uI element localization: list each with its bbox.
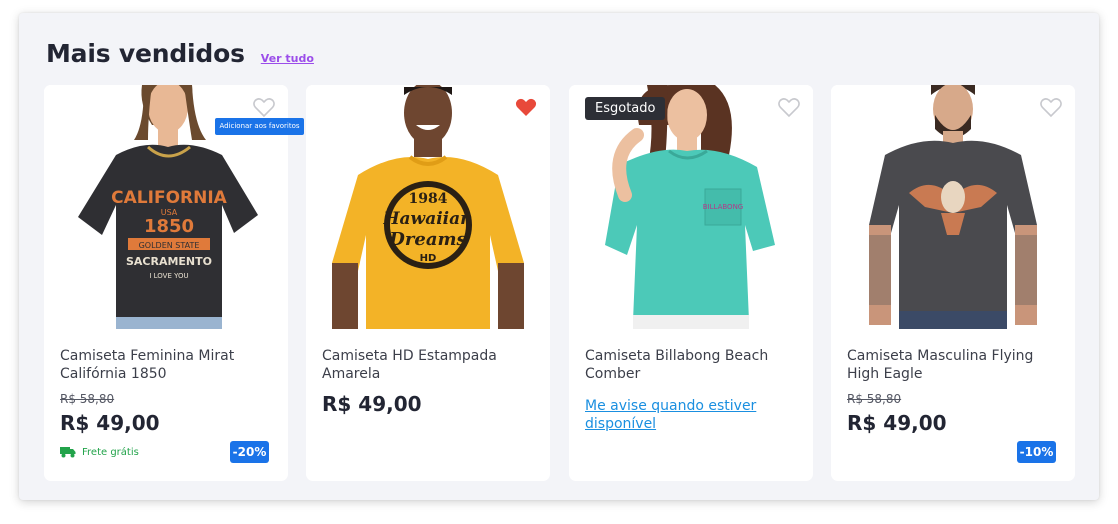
svg-text:CALIFORNIA: CALIFORNIA — [111, 188, 227, 208]
svg-text:BILLABONG: BILLABONG — [703, 203, 743, 211]
svg-text:Dreams: Dreams — [388, 229, 466, 250]
free-shipping: Frete grátis — [60, 446, 139, 458]
svg-text:Hawaiian: Hawaiian — [382, 209, 472, 229]
truck-icon — [60, 447, 76, 458]
svg-text:I LOVE YOU: I LOVE YOU — [149, 272, 188, 280]
section-header: Mais vendidos Ver tudo — [46, 39, 314, 68]
product-name[interactable]: Camiseta Masculina Flying High Eagle — [847, 347, 1062, 383]
favorite-button[interactable] — [514, 95, 538, 119]
heart-icon — [515, 98, 537, 116]
product-image[interactable]: BILLABONG — [569, 85, 813, 329]
favorite-tooltip: Adicionar aos favoritos — [215, 118, 304, 135]
product-name[interactable]: Camiseta HD Estampada Amarela — [322, 347, 537, 383]
heart-icon — [1040, 98, 1062, 118]
product-card[interactable]: CALIFORNIA USA 1850 GOLDEN STATE SACRAME… — [44, 85, 288, 481]
svg-text:HD: HD — [420, 253, 437, 264]
favorite-button[interactable] — [1039, 95, 1063, 119]
product-price: R$ 49,00 — [847, 411, 947, 435]
best-sellers-section: Mais vendidos Ver tudo CALIFORNIA USA 18… — [19, 13, 1099, 500]
svg-text:SACRAMENTO: SACRAMENTO — [126, 255, 212, 268]
favorite-button[interactable] — [252, 95, 276, 119]
svg-text:GOLDEN STATE: GOLDEN STATE — [139, 241, 200, 250]
see-all-link[interactable]: Ver tudo — [261, 52, 314, 65]
product-image[interactable]: 1984 Hawaiian Dreams HD — [306, 85, 550, 329]
product-name[interactable]: Camiseta Feminina Mirat Califórnia 1850 — [60, 347, 275, 383]
product-price: R$ 49,00 — [60, 411, 160, 435]
product-card[interactable]: 1984 Hawaiian Dreams HD Camiseta HD Esta… — [306, 85, 550, 481]
discount-badge: -10% — [1017, 441, 1056, 463]
free-shipping-label: Frete grátis — [82, 446, 139, 458]
svg-text:1984: 1984 — [409, 191, 448, 207]
product-image[interactable] — [831, 85, 1075, 329]
product-price: R$ 49,00 — [322, 392, 422, 416]
heart-icon — [253, 98, 275, 118]
old-price: R$ 58,80 — [847, 392, 902, 406]
notify-when-available-link[interactable]: Me avise quando estiver disponível — [585, 397, 785, 433]
section-title: Mais vendidos — [46, 39, 245, 68]
heart-icon — [778, 98, 800, 118]
discount-badge: -20% — [230, 441, 269, 463]
sold-out-badge: Esgotado — [585, 97, 666, 120]
favorite-button[interactable] — [777, 95, 801, 119]
product-card[interactable]: BILLABONG Esgotado Camiseta Billabong Be… — [569, 85, 813, 481]
product-name[interactable]: Camiseta Billabong Beach Comber — [585, 347, 800, 383]
old-price: R$ 58,80 — [60, 392, 115, 406]
product-card[interactable]: Camiseta Masculina Flying High Eagle R$ … — [831, 85, 1075, 481]
svg-text:1850: 1850 — [144, 216, 194, 237]
